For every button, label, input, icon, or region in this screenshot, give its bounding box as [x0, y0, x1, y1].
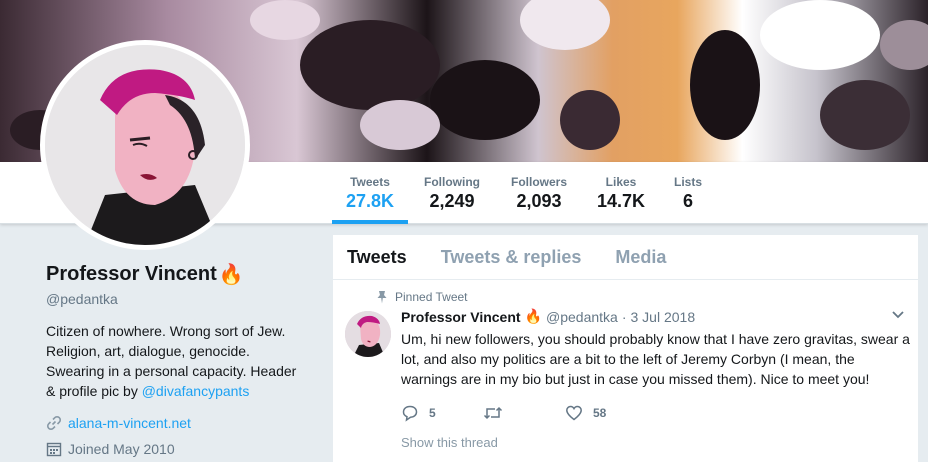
- stat-label: Following: [424, 175, 480, 189]
- profile-website: alana-m-vincent.net: [46, 415, 316, 431]
- pinned-indicator: Pinned Tweet: [375, 290, 906, 304]
- fire-emoji-icon: 🔥: [524, 308, 542, 324]
- retweet-button[interactable]: [483, 404, 565, 422]
- tweet-timestamp[interactable]: 3 Jul 2018: [631, 309, 696, 325]
- stat-label: Likes: [605, 175, 637, 189]
- pinned-label: Pinned Tweet: [395, 290, 468, 304]
- tweet-author-handle[interactable]: @pedantka: [546, 309, 618, 325]
- stat-label: Tweets: [350, 175, 390, 189]
- fire-emoji-icon: 🔥: [218, 264, 244, 286]
- show-thread-link[interactable]: Show this thread: [401, 435, 906, 450]
- like-count: 58: [593, 406, 607, 420]
- profile-name-text: Professor Vincent: [46, 263, 217, 285]
- profile-bio: Citizen of nowhere. Wrong sort of Jew. R…: [46, 321, 308, 401]
- stat-lists[interactable]: Lists 6: [672, 175, 704, 224]
- pinned-tweet[interactable]: Pinned Tweet Professor Vincent 🔥 @pedant…: [333, 280, 918, 450]
- profile-name[interactable]: Professor Vincent 🔥: [46, 262, 316, 287]
- stat-likes[interactable]: Likes 14.7K: [595, 175, 647, 224]
- stat-followers[interactable]: Followers 2,093: [508, 175, 570, 224]
- joined-date: Joined May 2010: [68, 441, 175, 457]
- stat-label: Lists: [673, 175, 702, 189]
- tweet-text: Um, hi new followers, you should probabl…: [401, 331, 910, 387]
- heart-icon: [566, 405, 582, 421]
- tweet-separator: ·: [621, 308, 627, 325]
- pin-icon: [377, 291, 387, 304]
- tab-tweets[interactable]: Tweets: [347, 247, 407, 268]
- profile-avatar[interactable]: [40, 40, 250, 250]
- tweet-actions: 5 58: [401, 403, 906, 423]
- timeline-tabs: Tweets Tweets & replies Media: [333, 235, 918, 280]
- stat-value: 14.7K: [596, 191, 646, 211]
- chevron-down-icon[interactable]: [890, 306, 906, 322]
- tab-media[interactable]: Media: [615, 247, 666, 268]
- stat-value: 27.8K: [345, 191, 395, 211]
- bio-mention-link[interactable]: @divafancypants: [142, 383, 250, 399]
- tweet-header: Professor Vincent 🔥 @pedantka · 3 Jul 20…: [401, 308, 906, 325]
- stat-value: 2,093: [516, 191, 562, 211]
- profile-card: Professor Vincent 🔥 @pedantka Citizen of…: [46, 262, 316, 457]
- website-link[interactable]: alana-m-vincent.net: [68, 415, 191, 431]
- tab-tweets-replies[interactable]: Tweets & replies: [441, 247, 582, 268]
- like-button[interactable]: 58: [565, 404, 647, 422]
- profile-joined: Joined May 2010: [46, 441, 316, 457]
- calendar-icon: [46, 442, 62, 457]
- stat-following[interactable]: Following 2,249: [420, 175, 484, 224]
- timeline: Tweets Tweets & replies Media Pinned Twe…: [333, 235, 918, 462]
- tweet-avatar-image: [345, 311, 391, 357]
- retweet-icon: [483, 406, 503, 420]
- stat-value: 6: [682, 191, 693, 211]
- tweet-avatar[interactable]: [345, 311, 391, 357]
- link-icon: [46, 415, 62, 431]
- stat-label: Followers: [510, 175, 567, 189]
- stat-value: 2,249: [429, 191, 475, 211]
- reply-button[interactable]: 5: [401, 404, 483, 422]
- reply-icon: [402, 405, 418, 422]
- reply-count: 5: [429, 406, 436, 420]
- profile-handle[interactable]: @pedantka: [46, 291, 316, 307]
- stat-tweets[interactable]: Tweets 27.8K: [332, 175, 408, 224]
- avatar-portrait-image: [45, 45, 245, 245]
- tweet-author-name[interactable]: Professor Vincent: [401, 309, 521, 325]
